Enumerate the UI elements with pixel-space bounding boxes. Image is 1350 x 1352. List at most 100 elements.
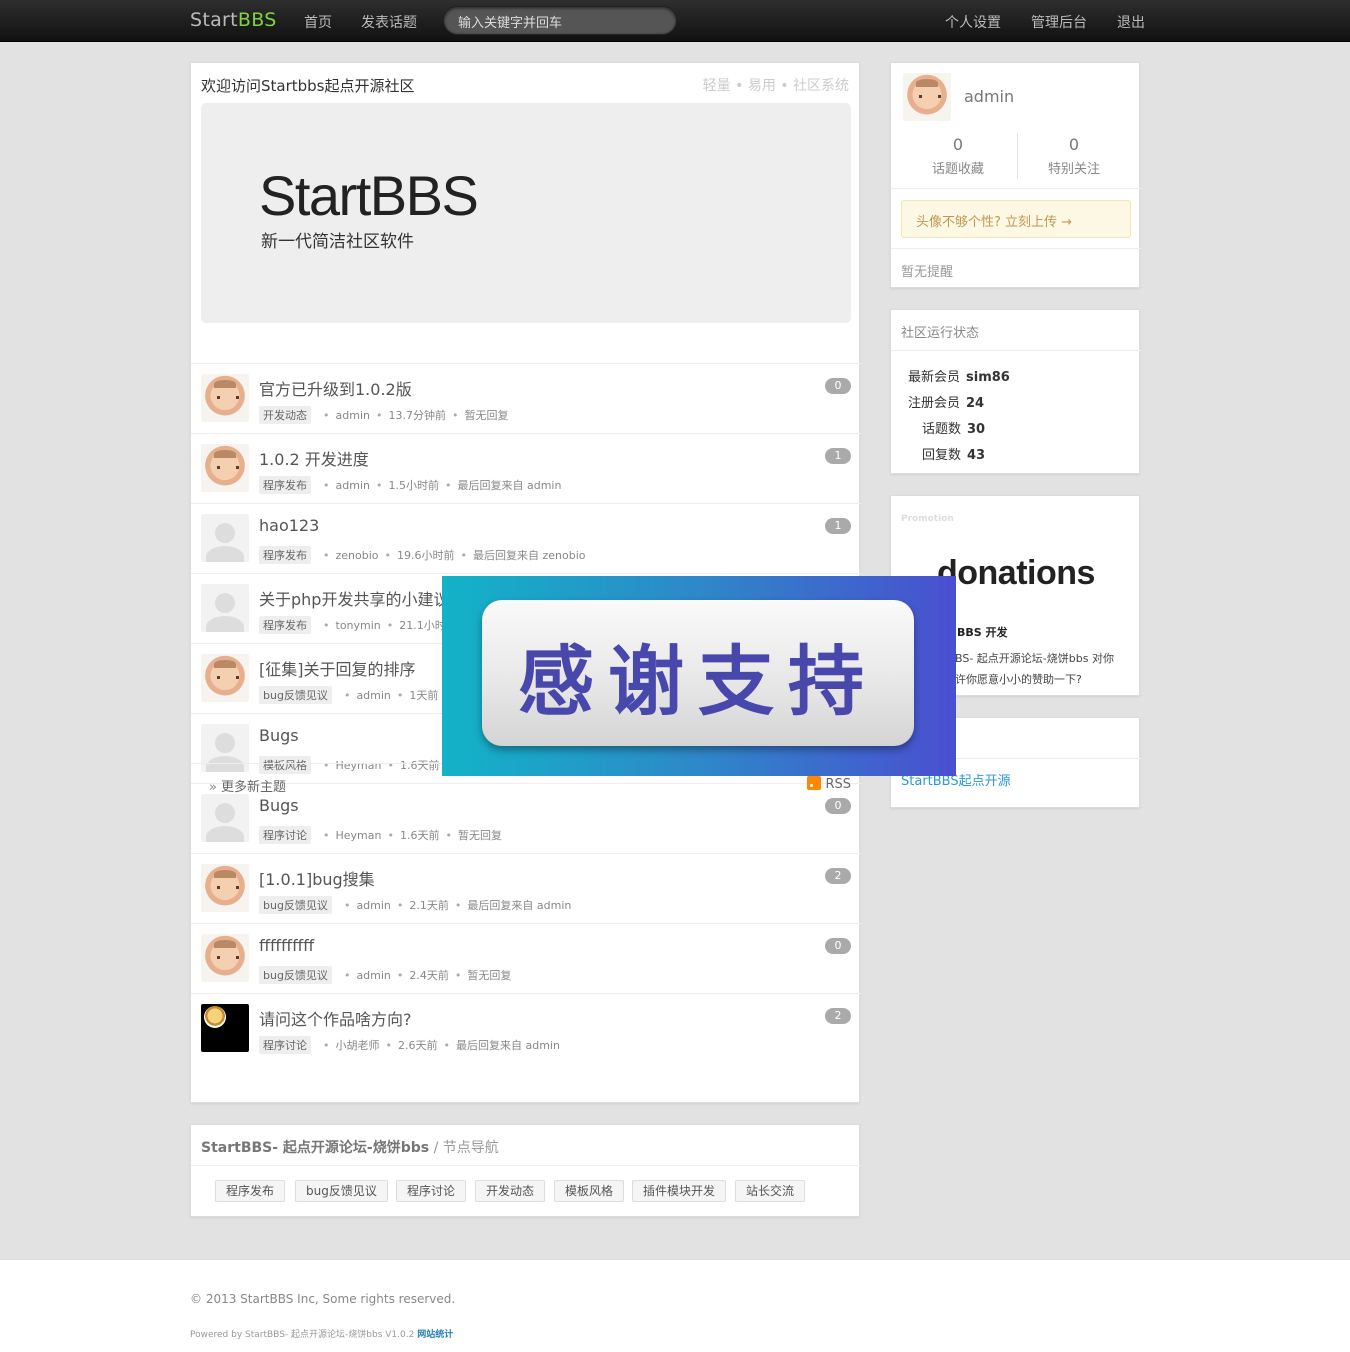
nav-new-topic-link[interactable]: 发表话题	[361, 12, 417, 32]
separator-dot: •	[323, 479, 330, 492]
reply-count-badge[interactable]: 1	[825, 518, 851, 534]
search-input[interactable]: 输入关键字并回车	[443, 6, 677, 35]
status-heading: 社区运行状态	[901, 326, 980, 341]
user-name-link[interactable]: admin	[964, 87, 1014, 106]
node-button[interactable]: 程序讨论	[396, 1180, 467, 1202]
topic-author-link[interactable]: Heyman	[336, 829, 382, 842]
node-button[interactable]: bug反馈见议	[295, 1180, 388, 1202]
rss-link[interactable]: RSS	[807, 776, 851, 792]
divider	[191, 1165, 861, 1166]
thanks-ad-overlay[interactable]: 感谢支持	[442, 576, 956, 776]
footer: © 2013 StartBBS Inc, Some rights reserve…	[0, 1259, 1350, 1352]
topic-title-link[interactable]: [1.0.1]bug搜集	[259, 866, 375, 890]
topic-author-avatar[interactable]	[201, 654, 249, 702]
separator-dot: •	[343, 899, 351, 912]
topic-node-tag[interactable]: 程序讨论	[259, 1036, 311, 1054]
site-stats-link[interactable]: 网站统计	[417, 1330, 453, 1340]
topic-author-link[interactable]: zenobio	[336, 549, 379, 562]
topic-node-tag[interactable]: 程序发布	[259, 616, 311, 634]
status-row: 回复数 43	[922, 448, 986, 463]
topic-node-tag[interactable]: 开发动态	[259, 406, 311, 424]
topic-author-link[interactable]: 小胡老师	[336, 1039, 380, 1052]
rss-icon	[807, 776, 822, 790]
nav-home-link[interactable]: 首页	[304, 12, 332, 32]
topic-title-link[interactable]: 1.0.2 开发进度	[259, 446, 369, 470]
topic-author-avatar[interactable]	[201, 444, 249, 492]
topic-time: 2.6天前	[398, 1039, 438, 1052]
node-button[interactable]: 站长交流	[735, 1180, 806, 1202]
more-topics-link[interactable]: » 更多新主题	[209, 776, 286, 795]
topic-last-reply: 暂无回复	[464, 409, 509, 422]
topic-time: 19.6小时前	[397, 549, 455, 562]
user-avatar[interactable]	[903, 73, 951, 121]
topic-author-link[interactable]: admin	[336, 409, 370, 422]
topic-meta: 程序发布 • admin • 1.5小时前 • 最后回复来自 admin	[259, 476, 561, 494]
topic-meta: bug反馈见议 • admin • 2.1天前 • 最后回复来自 admin	[259, 896, 571, 914]
topic-last-reply: 最后回复来自 admin	[457, 479, 562, 492]
node-button[interactable]: 插件模块开发	[632, 1180, 727, 1202]
topic-title-link[interactable]: 官方已升级到1.0.2版	[259, 376, 412, 400]
topic-author-link[interactable]: admin	[356, 689, 390, 702]
separator-dot: •	[323, 619, 330, 632]
topic-author-avatar[interactable]	[201, 514, 249, 562]
topic-time: 2.1天前	[409, 899, 449, 912]
upload-avatar-tip[interactable]: 头像不够个性? 立刻上传 →	[901, 200, 1131, 238]
topic-time: 13.7分钟前	[388, 409, 446, 422]
topic-title-link[interactable]: 关于php开发共享的小建议	[259, 586, 449, 610]
topic-author-link[interactable]: admin	[336, 479, 370, 492]
topic-node-tag[interactable]: 程序讨论	[259, 826, 311, 844]
topic-node-tag[interactable]: 程序发布	[259, 476, 311, 494]
topic-title-link[interactable]: Bugs	[259, 726, 299, 745]
node-button[interactable]: 开发动态	[475, 1180, 546, 1202]
topic-author-link[interactable]: admin	[356, 899, 390, 912]
separator-dot: •	[387, 829, 394, 842]
topic-last-reply: 最后回复来自 admin	[467, 899, 572, 912]
node-nav-heading: StartBBS- 起点开源论坛-烧饼bbs / 节点导航	[201, 1140, 499, 1156]
notifications-text: 暂无提醒	[901, 265, 954, 280]
topic-title-link[interactable]: hao123	[259, 516, 319, 535]
reply-count-badge[interactable]: 1	[825, 448, 851, 464]
brand-logo[interactable]: StartBBS	[190, 9, 277, 31]
topic-title-link[interactable]: [征集]关于回复的排序	[259, 656, 416, 680]
welcome-title: 欢迎访问Startbbs起点开源社区	[201, 77, 415, 95]
favorites-stat[interactable]: 0 话题收藏	[901, 135, 1015, 177]
topic-meta: bug反馈见议 • admin • 2.4天前 • 暂无回复	[259, 966, 511, 984]
topic-author-link[interactable]: tonymin	[336, 619, 381, 632]
donations-logo[interactable]: donations	[937, 554, 1095, 593]
topic-meta: 程序发布 • zenobio • 19.6小时前 • 最后回复来自 zenobio	[259, 546, 586, 564]
separator-dot: •	[396, 969, 404, 982]
topic-author-avatar[interactable]	[201, 864, 249, 912]
node-button[interactable]: 模板风格	[554, 1180, 625, 1202]
topic-node-tag[interactable]: bug反馈见议	[259, 686, 332, 704]
topic-node-tag[interactable]: 程序发布	[259, 546, 311, 564]
topic-node-tag[interactable]: bug反馈见议	[259, 896, 332, 914]
topic-time: 1.5小时前	[388, 479, 439, 492]
promotion-heading: Promotion	[901, 514, 954, 524]
reply-count-badge[interactable]: 2	[825, 868, 851, 884]
nav-admin-link[interactable]: 管理后台	[1031, 12, 1087, 32]
topic-author-avatar[interactable]	[201, 934, 249, 982]
hero-subtitle: 新一代简洁社区软件	[261, 232, 414, 252]
hero-logo: StartBBS	[259, 164, 479, 227]
topic-title-link[interactable]: ffffffffff	[259, 936, 314, 955]
topic-author-avatar[interactable]	[201, 584, 249, 632]
topic-node-tag[interactable]: bug反馈见议	[259, 966, 332, 984]
separator-dot: •	[445, 829, 452, 842]
separator-dot: •	[386, 619, 394, 632]
node-button[interactable]: 程序发布	[215, 1180, 286, 1202]
topic-author-avatar[interactable]	[201, 1004, 249, 1052]
reply-count-badge[interactable]: 0	[825, 378, 851, 394]
nav-settings-link[interactable]: 个人设置	[945, 12, 1001, 32]
reply-count-badge[interactable]: 2	[825, 1008, 851, 1024]
topic-author-avatar[interactable]	[201, 374, 249, 422]
powered-by-text: Powered by StartBBS- 起点开源论坛-烧饼bbs V1.0.2…	[190, 1330, 454, 1340]
topic-title-link[interactable]: 请问这个作品啥方向?	[259, 1006, 412, 1030]
welcome-tags: 轻量 • 易用 • 社区系统	[702, 78, 849, 94]
reply-count-badge[interactable]: 0	[825, 938, 851, 954]
divider	[891, 188, 1141, 189]
ad-button[interactable]: 感谢支持	[482, 600, 914, 746]
topic-meta: 程序讨论 • Heyman • 1.6天前 • 暂无回复	[259, 826, 502, 844]
following-stat[interactable]: 0 特别关注	[1017, 135, 1131, 177]
topic-author-link[interactable]: admin	[356, 969, 390, 982]
nav-logout-link[interactable]: 退出	[1117, 12, 1145, 32]
